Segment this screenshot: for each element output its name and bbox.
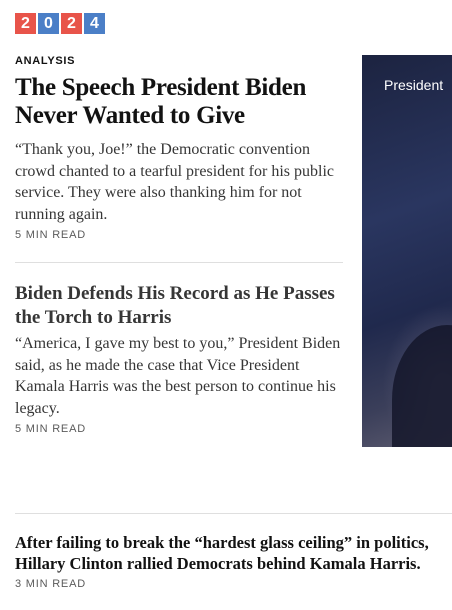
logo-digit: 0 — [38, 13, 59, 34]
photo-caption-text: President — [384, 77, 444, 93]
logo-digit: 4 — [84, 13, 105, 34]
second-summary: “America, I gave my best to you,” Presid… — [15, 335, 341, 417]
lead-headline-link[interactable]: The Speech President Biden Never Wanted … — [15, 74, 345, 130]
logo-digit: 2 — [15, 13, 36, 34]
story-divider — [15, 262, 343, 263]
third-headline-link[interactable]: After failing to break the “hardest glas… — [15, 532, 452, 574]
logo-digit: 2 — [61, 13, 82, 34]
second-read-time: 5 MIN READ — [15, 423, 86, 435]
second-headline-link[interactable]: Biden Defends His Record as He Passes th… — [15, 282, 345, 330]
third-read-time: 3 MIN READ — [15, 578, 86, 590]
lead-photo[interactable]: President — [362, 55, 452, 447]
story-kicker: ANALYSIS — [15, 55, 76, 67]
section-divider — [15, 513, 452, 514]
lead-summary: “Thank you, Joe!” the Democratic convent… — [15, 141, 334, 223]
lead-read-time: 5 MIN READ — [15, 229, 86, 241]
election-2024-logo[interactable]: 2 0 2 4 — [15, 13, 105, 34]
